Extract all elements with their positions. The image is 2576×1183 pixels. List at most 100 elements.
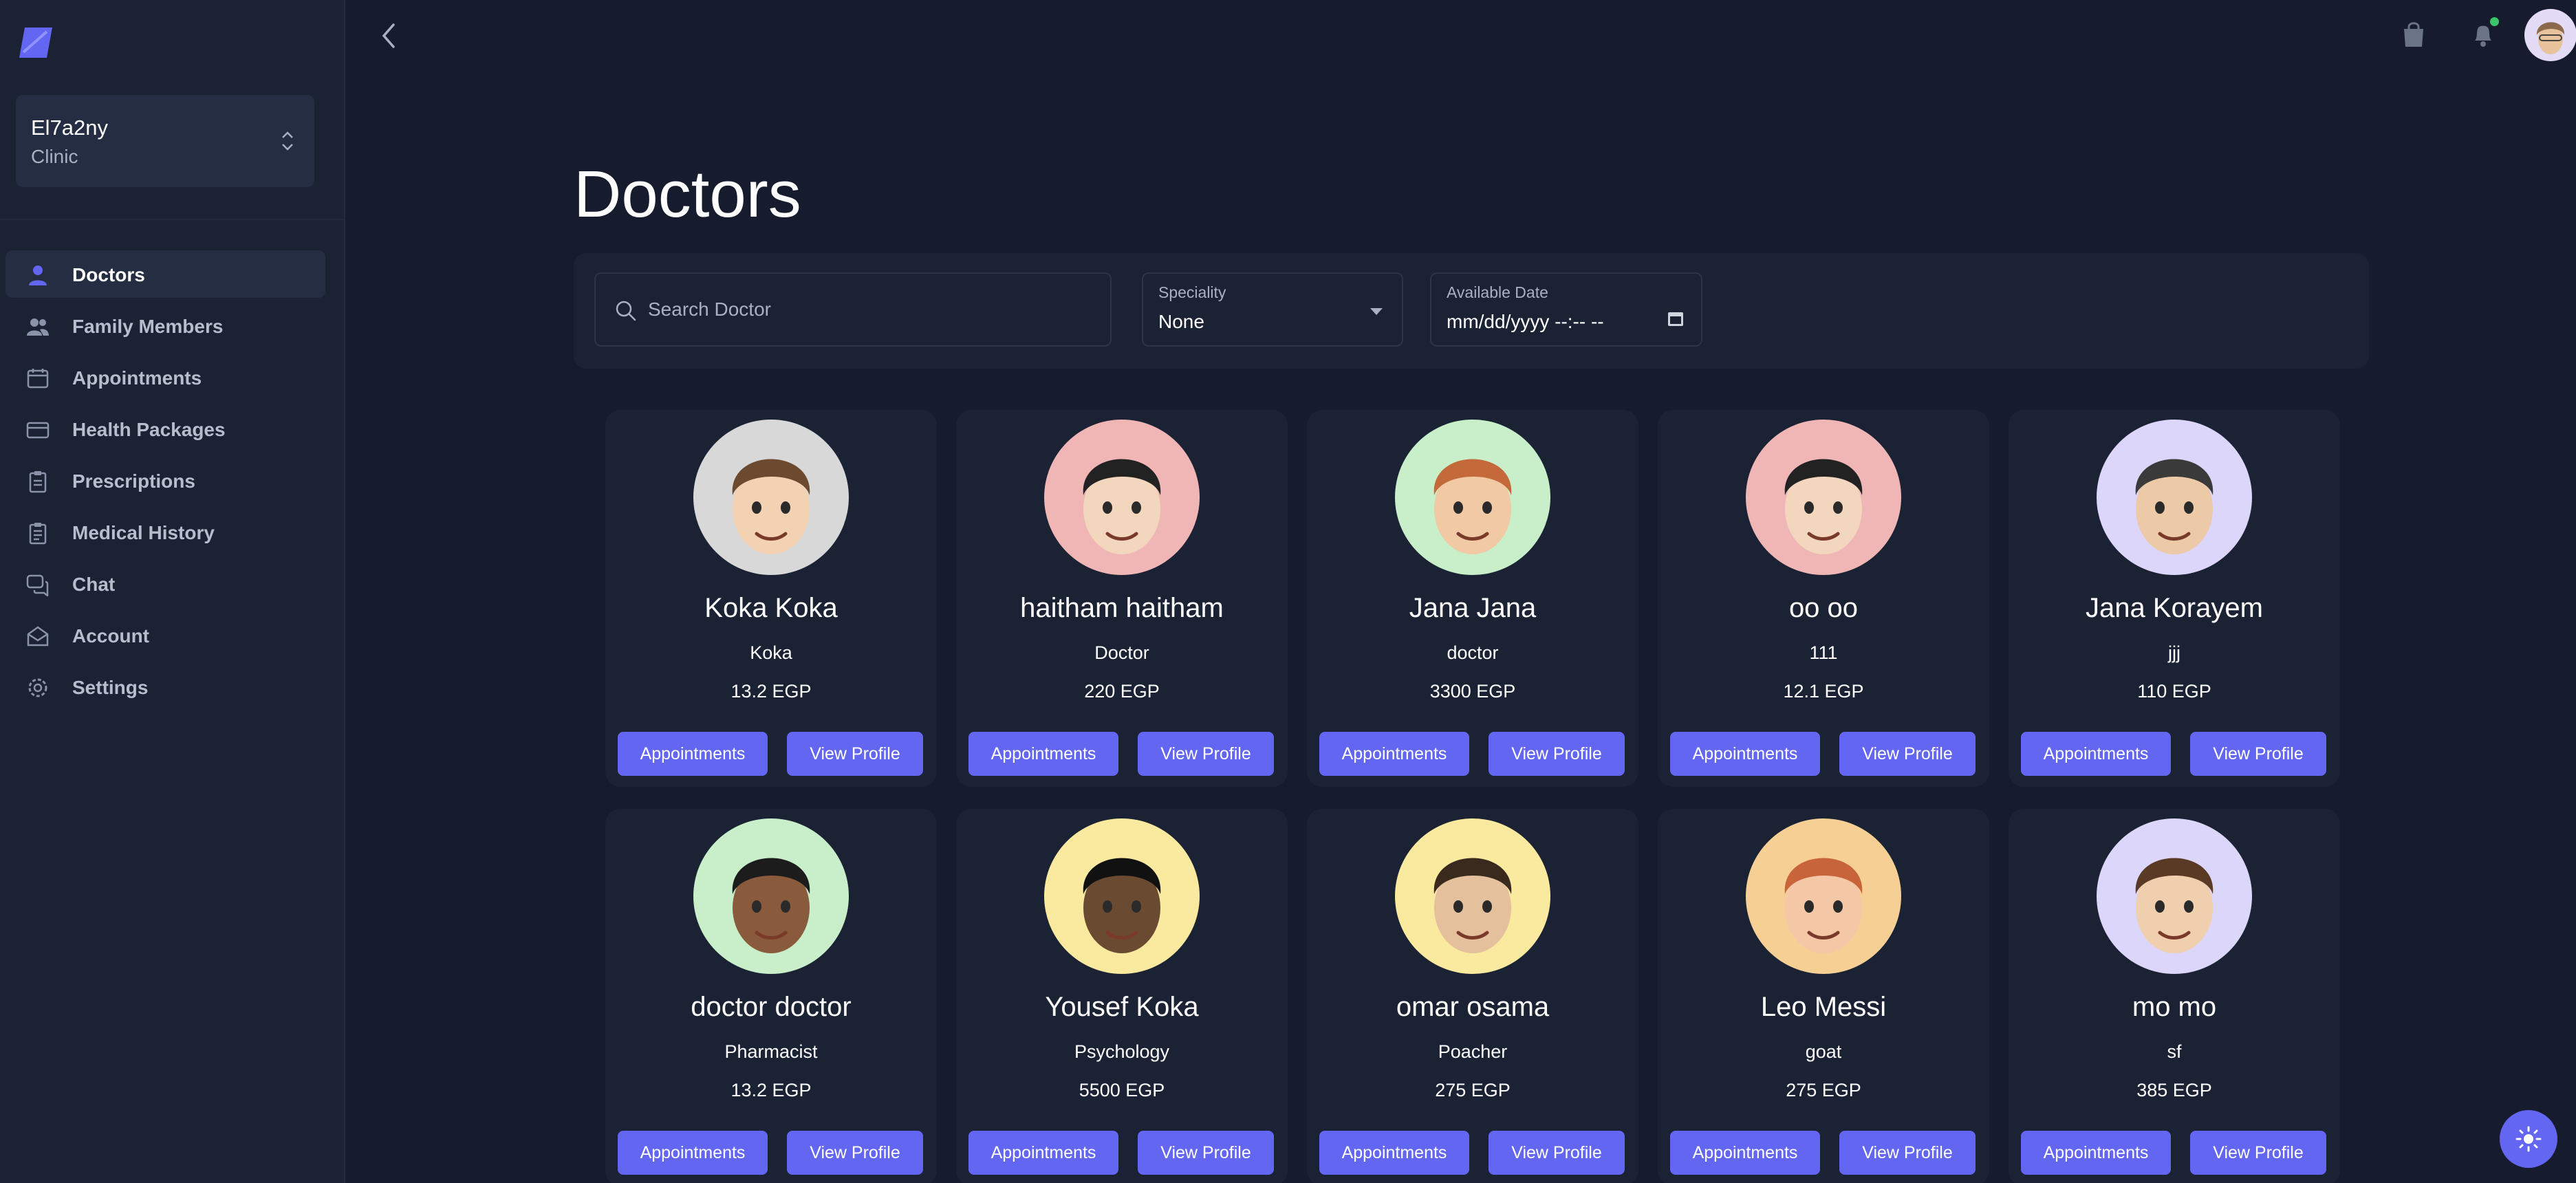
doctor-name: Jana Korayem [2086, 593, 2263, 623]
sidebar-item-label: Prescriptions [72, 470, 195, 492]
speciality-select[interactable]: Speciality None [1142, 272, 1403, 347]
available-date-label: Available Date [1447, 283, 1548, 301]
appointments-button[interactable]: Appointments [618, 732, 768, 776]
clinic-name: El7a2ny [31, 116, 109, 140]
memoji-avatar-icon [1433, 858, 1512, 953]
person-icon [29, 265, 47, 285]
sun-icon [2515, 1126, 2542, 1152]
sidebar-item-health-packages[interactable]: Health Packages [6, 405, 325, 453]
doctor-speciality: Psychology [1074, 1041, 1170, 1062]
doctor-avatar [1395, 818, 1550, 974]
view-profile-button[interactable]: View Profile [1138, 1131, 1274, 1175]
doctor-avatar [693, 818, 849, 974]
doctor-avatar [1746, 818, 1901, 974]
doctor-name: mo mo [2132, 992, 2217, 1022]
view-profile-button[interactable]: View Profile [787, 1131, 923, 1175]
sidebar-item-chat[interactable]: Chat [6, 560, 325, 607]
clinic-switcher[interactable]: El7a2ny Clinic [16, 95, 314, 187]
sidebar-item-prescriptions[interactable]: Prescriptions [6, 457, 325, 504]
appointments-button[interactable]: Appointments [1319, 1131, 1469, 1175]
available-date-value: mm/dd/yyyy --:-- -- [1447, 311, 1604, 332]
doctor-speciality: sf [2167, 1041, 2182, 1062]
speciality-label: Speciality [1158, 283, 1226, 301]
appointments-button[interactable]: Appointments [968, 732, 1118, 776]
theme-toggle-button[interactable] [2500, 1110, 2557, 1168]
doctor-speciality: jjj [2168, 642, 2180, 663]
doctor-price: 13.2 EGP [730, 681, 812, 702]
doctor-speciality: Doctor [1094, 642, 1149, 663]
appointments-button[interactable]: Appointments [1670, 732, 1820, 776]
sidebar-item-appointments[interactable]: Appointments [6, 354, 325, 401]
sidebar-item-settings[interactable]: Settings [6, 663, 325, 710]
view-profile-button[interactable]: View Profile [787, 732, 923, 776]
sidebar-divider [0, 219, 345, 220]
sidebar-item-label: Doctors [72, 264, 145, 285]
page-title: Doctors [574, 158, 801, 231]
filter-bar: Speciality None Available Date mm/dd/yyy… [574, 253, 2369, 369]
search-box [594, 272, 1112, 347]
doctor-speciality: Poacher [1438, 1041, 1508, 1062]
calendar-picker-icon[interactable] [1667, 310, 1685, 327]
view-profile-button[interactable]: View Profile [2190, 732, 2326, 776]
appointments-button[interactable]: Appointments [2021, 1131, 2171, 1175]
doctor-avatar [693, 420, 849, 575]
appointments-button[interactable]: Appointments [1319, 732, 1469, 776]
doctor-card: Koka Koka Koka 13.2 EGP Appointments Vie… [605, 410, 937, 787]
doctor-speciality: 111 [1809, 642, 1838, 663]
logo-icon[interactable] [17, 23, 55, 62]
back-chevron-icon[interactable] [377, 21, 400, 51]
memoji-avatar-icon [1784, 858, 1863, 953]
doctor-name: doctor doctor [691, 992, 852, 1022]
view-profile-button[interactable]: View Profile [1489, 732, 1625, 776]
doctor-card: mo mo sf 385 EGP Appointments View Profi… [2009, 809, 2340, 1183]
appointments-button[interactable]: Appointments [968, 1131, 1118, 1175]
view-profile-button[interactable]: View Profile [2190, 1131, 2326, 1175]
doctor-price: 5500 EGP [1079, 1080, 1165, 1100]
search-icon [616, 301, 636, 321]
doctor-price: 110 EGP [2137, 681, 2211, 702]
shopping-bag-icon[interactable] [2401, 21, 2427, 48]
clipboard-icon [29, 471, 47, 493]
sidebar-item-medical-history[interactable]: Medical History [6, 508, 325, 556]
available-date-field[interactable]: Available Date mm/dd/yyyy --:-- -- [1430, 272, 1702, 347]
sidebar-nav: Doctors Family Members Appointments Heal… [6, 250, 325, 715]
doctor-card: omar osama Poacher 275 EGP Appointments … [1307, 809, 1638, 1183]
appointments-button[interactable]: Appointments [1670, 1131, 1820, 1175]
sidebar-item-account[interactable]: Account [6, 611, 325, 659]
memoji-avatar-icon [1784, 459, 1863, 554]
doctor-avatar [2097, 420, 2252, 575]
user-avatar[interactable] [2524, 9, 2576, 61]
sidebar: El7a2ny Clinic Doctors Family Members Ap… [0, 0, 345, 1183]
gear-icon [28, 678, 47, 697]
doctor-avatar [2097, 818, 2252, 974]
notification-dot [2490, 17, 2499, 26]
doctor-price: 220 EGP [1084, 681, 1160, 702]
doctor-price: 13.2 EGP [730, 1080, 812, 1100]
doctor-card: haitham haitham Doctor 220 EGP Appointme… [956, 410, 1288, 787]
view-profile-button[interactable]: View Profile [1839, 732, 1976, 776]
doctor-price: 385 EGP [2136, 1080, 2212, 1100]
doctor-card: Jana Jana doctor 3300 EGP Appointments V… [1307, 410, 1638, 787]
sidebar-item-label: Family Members [72, 316, 224, 337]
calendar-icon [27, 369, 49, 389]
doctor-speciality: goat [1805, 1041, 1842, 1062]
doctor-speciality: Pharmacist [724, 1041, 818, 1062]
appointments-button[interactable]: Appointments [618, 1131, 768, 1175]
doctor-price: 275 EGP [1786, 1080, 1861, 1100]
sidebar-item-family-members[interactable]: Family Members [6, 302, 325, 349]
people-icon [27, 318, 49, 336]
doctor-name: oo oo [1788, 593, 1859, 623]
search-input[interactable] [648, 274, 1102, 345]
doctor-speciality: doctor [1447, 642, 1499, 663]
view-profile-button[interactable]: View Profile [1138, 732, 1274, 776]
doctor-name: omar osama [1396, 992, 1550, 1022]
memoji-avatar-icon [1083, 459, 1161, 554]
mail-open-icon [27, 626, 49, 647]
view-profile-button[interactable]: View Profile [1839, 1131, 1976, 1175]
memoji-avatar-icon [2135, 858, 2214, 953]
avatar-icon [2536, 22, 2565, 54]
appointments-button[interactable]: Appointments [2021, 732, 2171, 776]
doctor-price: 275 EGP [1435, 1080, 1511, 1100]
sidebar-item-doctors[interactable]: Doctors [6, 250, 325, 298]
view-profile-button[interactable]: View Profile [1489, 1131, 1625, 1175]
